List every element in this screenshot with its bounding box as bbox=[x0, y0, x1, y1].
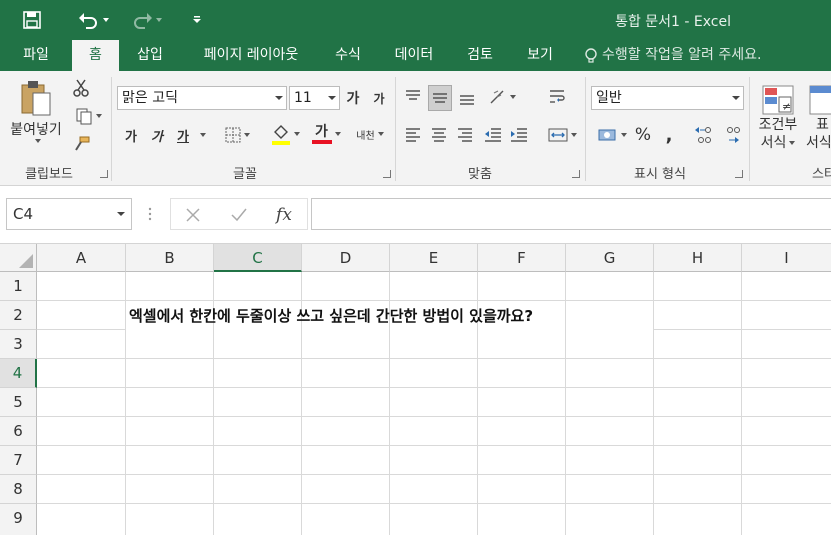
tab-review[interactable]: 검토 bbox=[454, 40, 506, 71]
column-header-i[interactable]: I bbox=[742, 244, 831, 272]
alignment-dialog-launcher-icon[interactable] bbox=[572, 170, 580, 178]
select-all-corner[interactable] bbox=[0, 244, 37, 272]
column-header-h[interactable]: H bbox=[654, 244, 742, 272]
svg-text:≠: ≠ bbox=[782, 100, 791, 113]
tab-page-layout[interactable]: 페이지 레이아웃 bbox=[186, 40, 316, 71]
column-header-e[interactable]: E bbox=[390, 244, 478, 272]
cancel-icon[interactable] bbox=[181, 203, 205, 227]
decrease-indent-icon[interactable] bbox=[482, 123, 504, 147]
row-header-3[interactable]: 3 bbox=[0, 330, 37, 359]
row-header-1[interactable]: 1 bbox=[0, 272, 37, 301]
comma-button[interactable]: , bbox=[660, 123, 678, 147]
grow-font-button[interactable]: 가 bbox=[344, 87, 362, 109]
formula-bar: C4 fx bbox=[0, 186, 831, 244]
tab-view[interactable]: 보기 bbox=[514, 40, 566, 71]
orientation-icon[interactable] bbox=[484, 85, 520, 109]
ribbon-tab-bar: 파일 홈 삽입 페이지 레이아웃 수식 데이터 검토 보기 수행할 작업을 알려… bbox=[0, 40, 831, 71]
merge-center-icon[interactable] bbox=[542, 123, 582, 147]
worksheet-grid[interactable]: A B C D E F G H I 1 2 3 4 5 6 7 8 9 엑셀에서… bbox=[0, 244, 831, 535]
row-header-8[interactable]: 8 bbox=[0, 475, 37, 504]
paste-icon bbox=[21, 81, 51, 116]
conditional-formatting-button[interactable]: ≠ 조건부 서식 bbox=[752, 77, 804, 159]
fill-color-button[interactable] bbox=[266, 121, 304, 147]
title-bar: 통합 문서1 - Excel bbox=[0, 0, 831, 40]
column-header-g[interactable]: G bbox=[566, 244, 654, 272]
undo-icon[interactable] bbox=[72, 8, 114, 32]
window-title: 통합 문서1 - Excel bbox=[615, 14, 731, 30]
redo-icon[interactable] bbox=[124, 8, 168, 32]
bold-button[interactable]: 가 bbox=[120, 123, 142, 147]
row-header-5[interactable]: 5 bbox=[0, 388, 37, 417]
underline-button[interactable]: 가 bbox=[172, 123, 194, 147]
row-header-2[interactable]: 2 bbox=[0, 301, 37, 330]
cell-b2-text[interactable]: 엑셀에서 한칸에 두줄이상 쓰고 싶은데 간단한 방법이 있을까요? bbox=[129, 302, 533, 331]
lightbulb-icon bbox=[585, 47, 597, 63]
paint-bucket-icon bbox=[271, 125, 290, 145]
tell-me-text: 수행할 작업을 알려 주세요. bbox=[602, 47, 762, 63]
clipboard-group-label: 클립보드 bbox=[25, 167, 73, 182]
alignment-group-label: 맞춤 bbox=[468, 167, 492, 182]
clipboard-dialog-launcher-icon[interactable] bbox=[100, 170, 108, 178]
align-bottom-icon[interactable] bbox=[456, 85, 478, 111]
number-format-combo[interactable]: 일반 bbox=[591, 86, 744, 110]
align-center-icon[interactable] bbox=[428, 123, 450, 147]
column-header-b[interactable]: B bbox=[126, 244, 214, 272]
row-header-9[interactable]: 9 bbox=[0, 504, 37, 535]
format-as-table-button[interactable]: 표 서식 bbox=[806, 77, 831, 159]
row-header-6[interactable]: 6 bbox=[0, 417, 37, 446]
formula-bar-grip-icon bbox=[148, 206, 152, 222]
percent-button[interactable]: % bbox=[632, 123, 654, 147]
border-icon bbox=[225, 127, 240, 143]
decrease-decimal-icon[interactable] bbox=[720, 123, 744, 147]
tab-file[interactable]: 파일 bbox=[10, 40, 62, 71]
conditional-formatting-icon: ≠ bbox=[762, 85, 794, 115]
font-color-button[interactable]: 가 bbox=[306, 121, 346, 147]
name-box[interactable]: C4 bbox=[6, 198, 132, 230]
row-header-7[interactable]: 7 bbox=[0, 446, 37, 475]
underline-dropdown-icon[interactable] bbox=[194, 123, 208, 147]
increase-indent-icon[interactable] bbox=[508, 123, 530, 147]
tab-home[interactable]: 홈 bbox=[72, 40, 119, 71]
column-header-f[interactable]: F bbox=[478, 244, 566, 272]
font-color-bar bbox=[311, 140, 332, 144]
font-group-label: 글꼴 bbox=[233, 167, 257, 182]
align-middle-icon[interactable] bbox=[428, 85, 452, 111]
formula-input[interactable] bbox=[311, 198, 831, 230]
tab-data[interactable]: 데이터 bbox=[382, 40, 446, 71]
insert-function-button[interactable]: fx bbox=[271, 203, 297, 227]
format-as-table-icon bbox=[809, 85, 831, 115]
phonetic-button[interactable]: 내천 bbox=[352, 121, 388, 147]
tab-formulas[interactable]: 수식 bbox=[322, 40, 374, 71]
column-header-a[interactable]: A bbox=[37, 244, 126, 272]
border-button[interactable] bbox=[218, 123, 256, 147]
column-header-d[interactable]: D bbox=[302, 244, 390, 272]
column-header-c[interactable]: C bbox=[214, 244, 302, 272]
row-header-4[interactable]: 4 bbox=[0, 359, 37, 388]
font-name-combo[interactable]: 맑은 고딕 bbox=[117, 86, 287, 110]
wrap-text-icon[interactable] bbox=[546, 85, 570, 109]
align-left-icon[interactable] bbox=[402, 123, 424, 147]
styles-group-label: 스타 bbox=[812, 167, 831, 182]
copy-icon[interactable] bbox=[70, 105, 106, 127]
ribbon-home: 붙여넣기 클립보드 맑은 고딕 11 가 가 가 가 가 가 내천 글꼴 맞춤 … bbox=[0, 71, 831, 186]
tab-insert[interactable]: 삽입 bbox=[124, 40, 176, 71]
save-icon[interactable] bbox=[18, 8, 46, 32]
customize-quick-access-icon[interactable] bbox=[186, 8, 208, 32]
shrink-font-button[interactable]: 가 bbox=[370, 87, 388, 109]
formula-buttons: fx bbox=[170, 198, 308, 230]
number-dialog-launcher-icon[interactable] bbox=[735, 170, 743, 178]
number-group-label: 표시 형식 bbox=[634, 167, 686, 182]
tell-me-box[interactable]: 수행할 작업을 알려 주세요. bbox=[584, 40, 761, 71]
accounting-format-icon[interactable] bbox=[594, 123, 630, 147]
cut-icon[interactable] bbox=[70, 77, 92, 99]
format-painter-icon[interactable] bbox=[70, 133, 92, 155]
increase-decimal-icon[interactable] bbox=[692, 123, 716, 147]
font-size-combo[interactable]: 11 bbox=[289, 86, 340, 110]
font-dialog-launcher-icon[interactable] bbox=[383, 170, 391, 178]
align-right-icon[interactable] bbox=[454, 123, 476, 147]
align-top-icon[interactable] bbox=[402, 85, 424, 109]
paste-button[interactable]: 붙여넣기 bbox=[6, 77, 66, 145]
enter-icon[interactable] bbox=[227, 203, 251, 227]
italic-button[interactable]: 가 bbox=[146, 123, 168, 147]
